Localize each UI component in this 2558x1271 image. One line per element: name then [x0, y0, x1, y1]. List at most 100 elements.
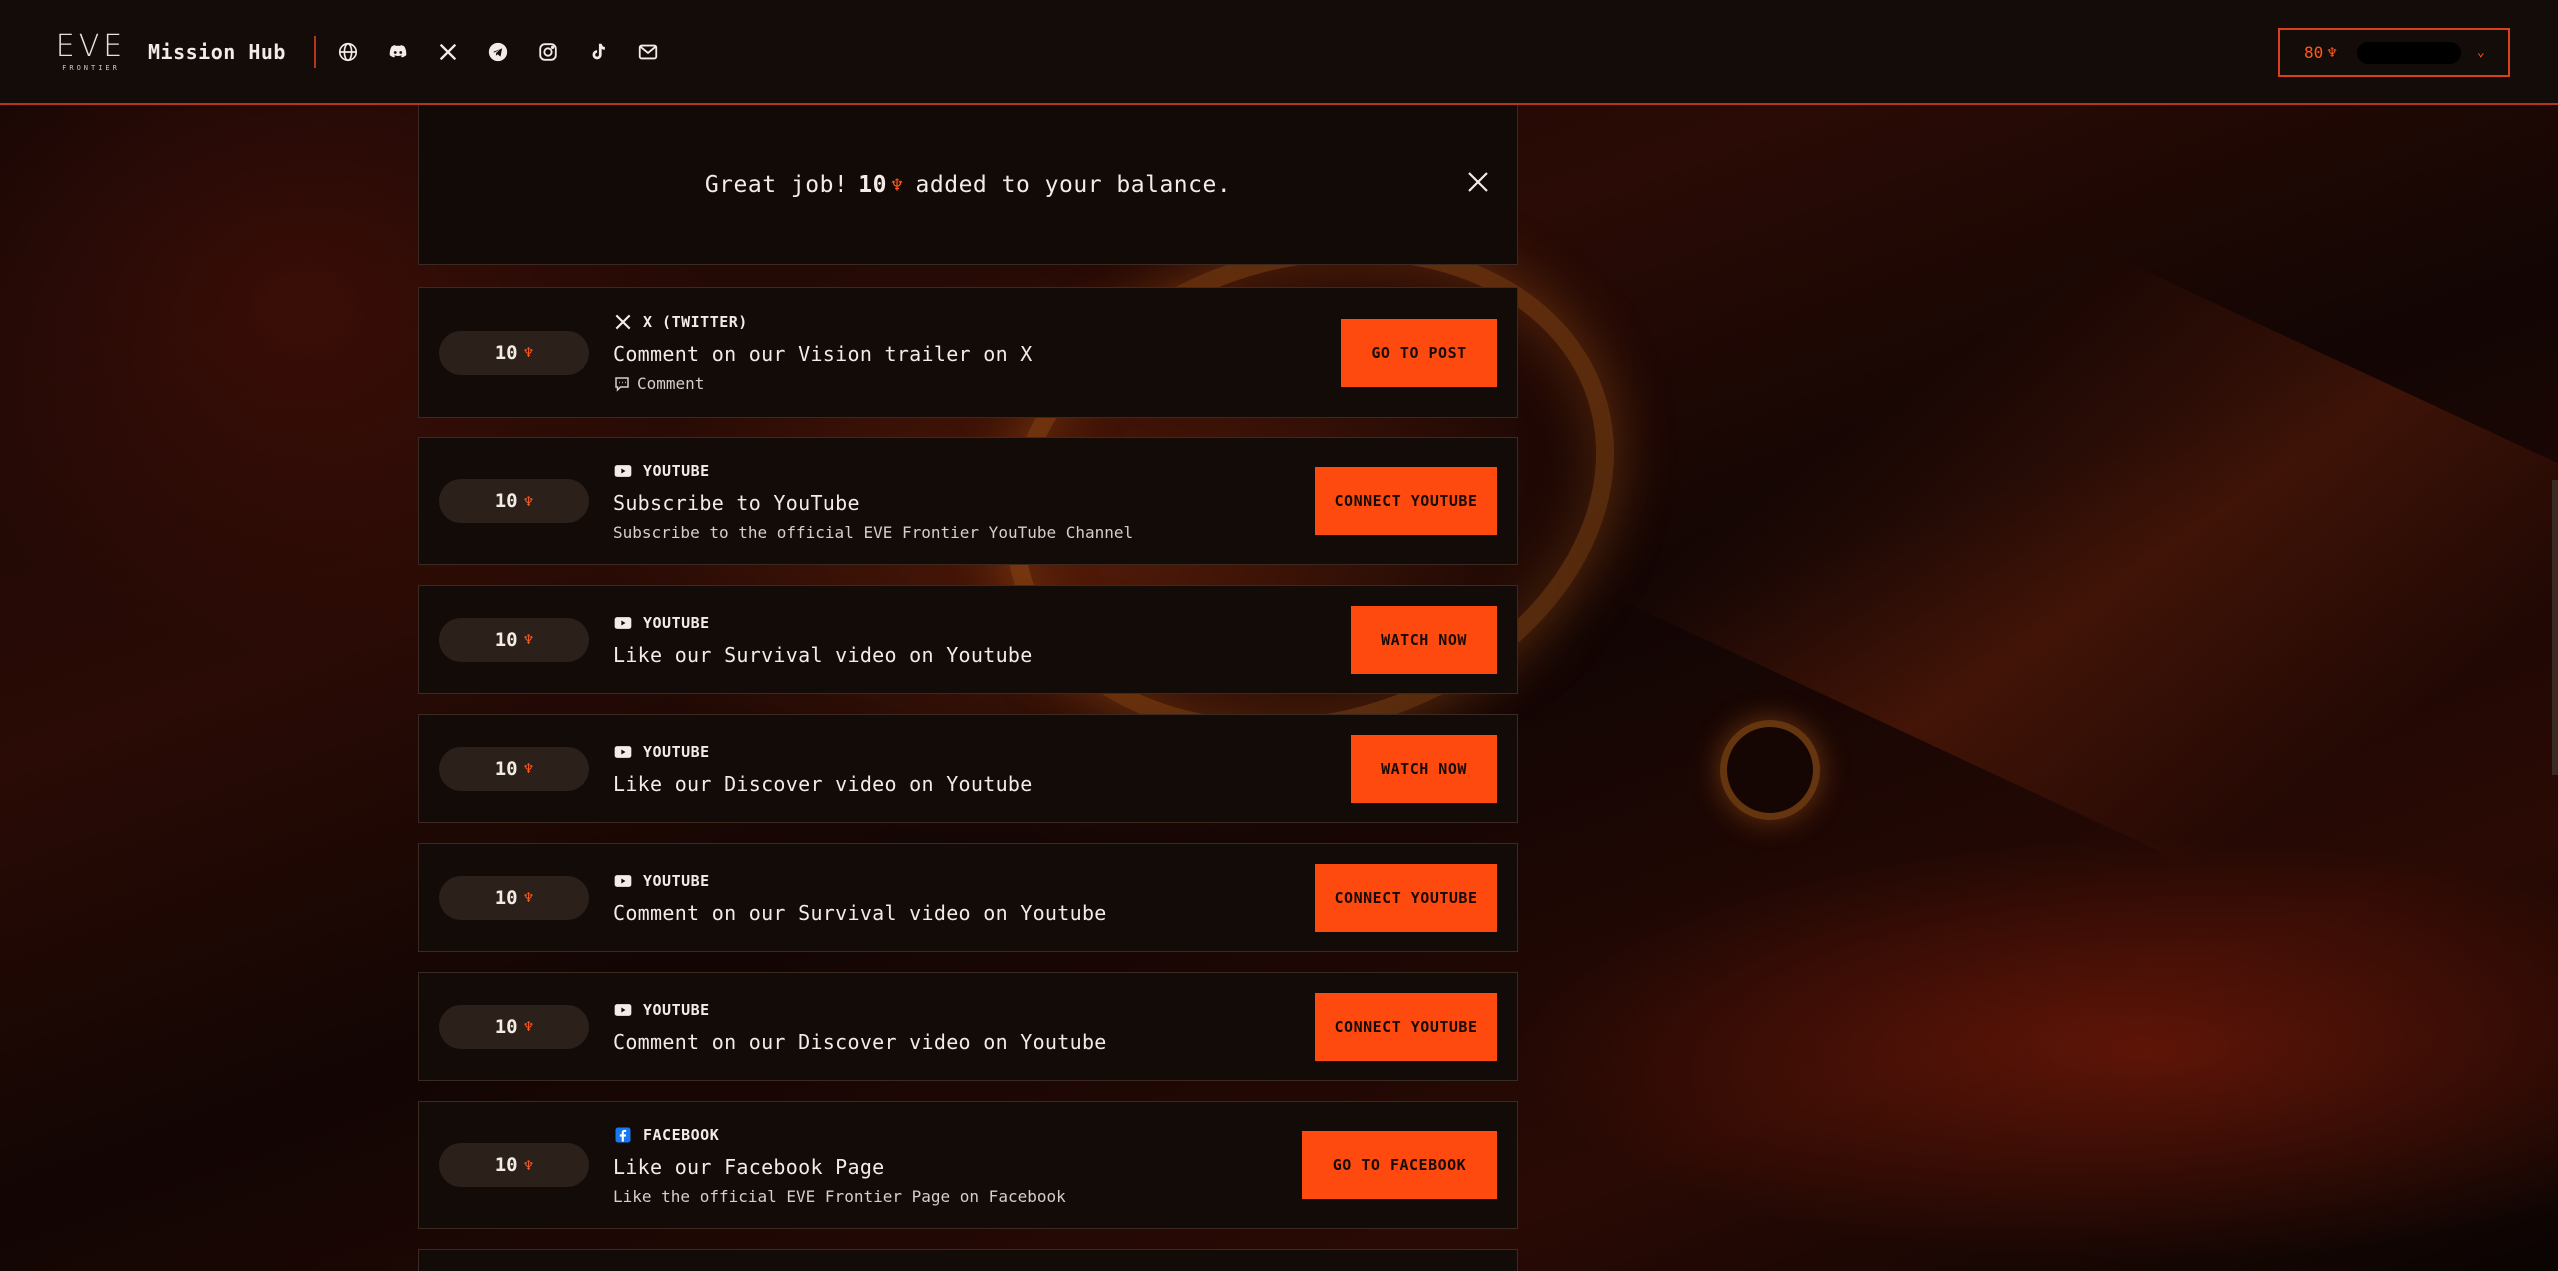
token-icon: ♆: [523, 759, 534, 778]
mission-card: 10 ♆ FACEBOOK Like our Facebook Page Lik…: [418, 1101, 1518, 1229]
balance-value: 80: [2304, 43, 2324, 62]
chevron-down-icon: ⌄: [2476, 45, 2485, 60]
scrollbar-thumb[interactable]: [2552, 480, 2558, 775]
mission-desc-text: Comment: [637, 374, 705, 393]
mission-title: Comment on our Survival video on Youtube: [613, 900, 1107, 925]
reward-amount: 10: [494, 1015, 518, 1038]
youtube-icon: [614, 745, 632, 758]
platform-name: YOUTUBE: [643, 461, 710, 480]
reward-badge: 10 ♆: [439, 875, 589, 920]
toast-prefix: Great job!: [704, 171, 849, 198]
platform-label: YOUTUBE: [613, 613, 1033, 633]
logo-text: EVE: [55, 28, 127, 64]
reward-badge: 10 ♆: [439, 330, 589, 375]
token-icon: ♆: [523, 888, 534, 907]
reward-badge: 10 ♆: [439, 1143, 589, 1187]
mission-card: 10 ♆ YOUTUBE Like our Survival video on …: [418, 585, 1518, 694]
connect-youtube-button[interactable]: CONNECT YOUTUBE: [1315, 467, 1497, 535]
token-icon: ♆: [2327, 43, 2337, 62]
mission-body: YOUTUBE Comment on our Survival video on…: [613, 871, 1107, 925]
platform-name: YOUTUBE: [643, 871, 710, 890]
comment-icon: [615, 376, 629, 392]
platform-label: FACEBOOK: [613, 1125, 1066, 1145]
platform-label: YOUTUBE: [613, 461, 1133, 481]
mission-title: Comment on our Vision trailer on X: [613, 342, 1033, 366]
mission-title: Subscribe to YouTube: [613, 490, 860, 515]
toast-amount: 10: [858, 171, 887, 198]
platform-name: YOUTUBE: [643, 613, 710, 632]
mission-title: Like our Discover video on Youtube: [613, 771, 1033, 796]
logo-subtext: FRONTIER: [62, 63, 120, 72]
mission-description: Comment: [613, 374, 1033, 393]
mission-card: 10 ♆ YOUTUBE Like our Discover video on …: [418, 714, 1518, 823]
instagram-icon[interactable]: [536, 40, 560, 64]
token-icon: ♆: [523, 491, 534, 511]
mission-description: Like the official EVE Frontier Page on F…: [613, 1186, 1066, 1206]
reward-amount: 10: [494, 757, 518, 780]
reward-amount: 10: [494, 490, 518, 512]
header-divider: [313, 35, 316, 68]
mission-body: YOUTUBE Like our Discover video on Youtu…: [613, 742, 1033, 796]
reward-badge: 10 ♆: [439, 1004, 589, 1049]
token-icon: ♆: [523, 1155, 534, 1175]
mission-card: 10 ♆ YOUTUBE Comment on our Survival vid…: [418, 843, 1518, 952]
reward-amount: 10: [494, 628, 518, 651]
close-icon[interactable]: [1465, 169, 1491, 195]
mission-card-partial: [418, 1249, 1518, 1271]
mission-card: 10 ♆ X (TWITTER) Comment on our Vision t…: [418, 287, 1518, 418]
platform-label: YOUTUBE: [613, 1000, 1107, 1020]
x-icon: [615, 314, 631, 330]
eve-frontier-logo[interactable]: EVE FRONTIER: [54, 28, 128, 72]
token-icon: ♆: [523, 1017, 534, 1036]
mission-card: 10 ♆ YOUTUBE Comment on our Discover vid…: [418, 972, 1518, 1081]
reward-amount: 10: [494, 1154, 518, 1176]
platform-name: YOUTUBE: [643, 742, 710, 761]
toast-suffix: added to your balance.: [915, 171, 1232, 198]
tiktok-icon[interactable]: [586, 40, 610, 64]
toast-message: Great job! 10 ♆ added to your balance.: [705, 172, 1231, 198]
reward-badge: 10 ♆: [439, 479, 589, 523]
reward-badge: 10 ♆: [439, 617, 589, 662]
reward-amount: 10: [494, 886, 518, 909]
globe-icon[interactable]: [336, 40, 360, 64]
connect-youtube-button[interactable]: CONNECT YOUTUBE: [1315, 992, 1497, 1061]
page-title: Mission Hub: [148, 39, 286, 64]
nebula-streak: [1451, 49, 2558, 1071]
youtube-icon: [614, 464, 632, 477]
social-links: [336, 40, 660, 64]
mission-body: YOUTUBE Comment on our Discover video on…: [613, 1000, 1107, 1054]
token-icon: ♆: [523, 630, 534, 649]
mission-body: FACEBOOK Like our Facebook Page Like the…: [613, 1125, 1066, 1206]
watch-now-button[interactable]: WATCH NOW: [1351, 605, 1497, 674]
platform-label: X (TWITTER): [613, 312, 1033, 332]
platform-label: YOUTUBE: [613, 871, 1107, 891]
mail-icon[interactable]: [636, 40, 660, 64]
top-nav: EVE FRONTIER Mission Hub 80 ♆ ⌄: [0, 0, 2558, 105]
mission-body: YOUTUBE Subscribe to YouTube Subscribe t…: [613, 461, 1133, 542]
go-to-post-button[interactable]: GO TO POST: [1341, 318, 1497, 387]
wallet-address-redacted: [2356, 41, 2461, 64]
watch-now-button[interactable]: WATCH NOW: [1351, 734, 1497, 803]
mission-title: Like our Survival video on Youtube: [613, 642, 1033, 667]
balance-dropdown[interactable]: 80 ♆ ⌄: [2278, 28, 2510, 77]
reward-amount: 10: [494, 341, 518, 364]
platform-name: YOUTUBE: [643, 1000, 710, 1019]
telegram-icon[interactable]: [486, 40, 510, 64]
x-icon[interactable]: [436, 40, 460, 64]
moon: [1720, 720, 1820, 820]
token-icon: ♆: [523, 343, 534, 362]
mission-list: Great job! 10 ♆ added to your balance. 1…: [418, 105, 1518, 1271]
mission-card: 10 ♆ YOUTUBE Subscribe to YouTube Subscr…: [418, 437, 1518, 565]
platform-label: YOUTUBE: [613, 742, 1033, 762]
mission-title: Like our Facebook Page: [613, 1154, 885, 1179]
discord-icon[interactable]: [386, 40, 410, 64]
reward-badge: 10 ♆: [439, 746, 589, 791]
youtube-icon: [614, 616, 632, 629]
youtube-icon: [614, 874, 632, 887]
mission-title: Comment on our Discover video on Youtube: [613, 1029, 1107, 1054]
mission-body: X (TWITTER) Comment on our Vision traile…: [613, 312, 1033, 393]
connect-youtube-button[interactable]: CONNECT YOUTUBE: [1315, 863, 1497, 932]
platform-name: FACEBOOK: [643, 1125, 720, 1144]
youtube-icon: [614, 1003, 632, 1016]
go-to-facebook-button[interactable]: GO TO FACEBOOK: [1302, 1131, 1497, 1199]
